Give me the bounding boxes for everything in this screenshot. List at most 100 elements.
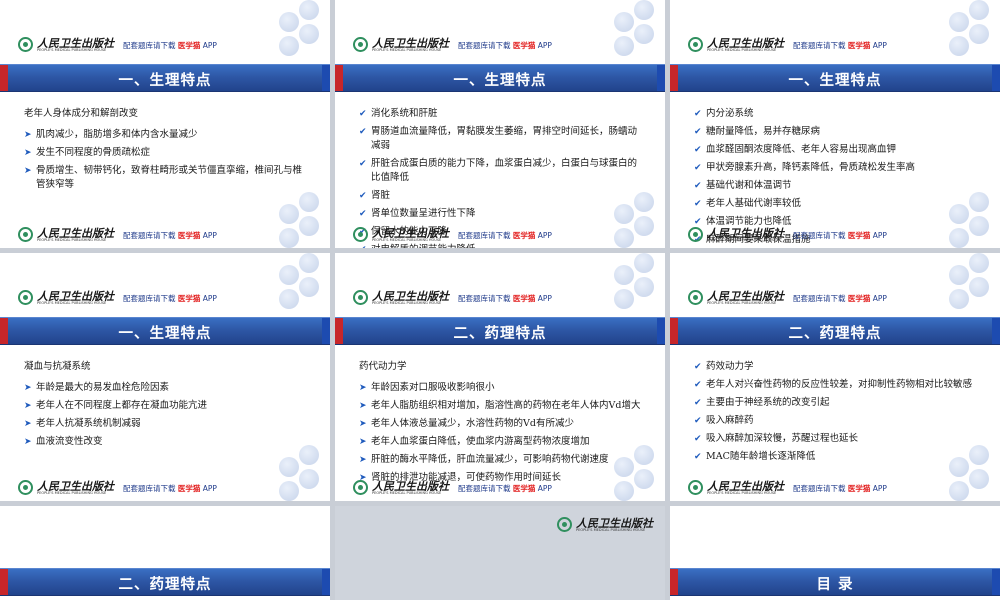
- slide-thumbnail[interactable]: 人民卫生出版社 PEOPLE'S MEDICAL PUBLISHING HOUSE…: [335, 253, 665, 501]
- download-tagline: 配套题库请下载 医学猫 APP: [123, 483, 217, 494]
- bullet-text: 肾单位数量呈进行性下降: [371, 208, 476, 219]
- checkmark-bullet-icon: ✔: [694, 380, 702, 390]
- tagline-suffix: APP: [202, 41, 217, 50]
- tagline-suffix: APP: [872, 484, 887, 493]
- hexagon-shape: [279, 289, 299, 309]
- publisher-logo: 人民卫生出版社 PEOPLE'S MEDICAL PUBLISHING HOUSE: [688, 36, 784, 54]
- bullet-item: ✔ 肝脏合成蛋白质的能力下降，血浆蛋白减少，白蛋白与球蛋白的比值降低: [359, 157, 645, 185]
- bullet-item: ➤ 年龄是最大的易发血栓危险因素: [24, 381, 310, 395]
- bullet-item: ✔ 药效动力学: [694, 360, 980, 374]
- tagline-prefix: 配套题库请下载: [793, 294, 846, 303]
- bullet-item: ✔ 血浆醛固酮浓度降低、老年人容易出现高血钾: [694, 143, 980, 157]
- publisher-name-en: PEOPLE'S MEDICAL PUBLISHING HOUSE: [372, 48, 442, 52]
- tagline-suffix: APP: [202, 294, 217, 303]
- slide-title-bar: 一、生理特点: [335, 64, 665, 92]
- bullet-text: 肝脏的酶水平降低，肝血流量减少，可影响药物代谢速度: [371, 454, 609, 465]
- slide-thumbnail[interactable]: 人民卫生出版社 PEOPLE'S MEDICAL PUBLISHING HOUSE…: [335, 0, 665, 248]
- download-tagline: 配套题库请下载 医学猫 APP: [458, 230, 552, 241]
- bullet-item: ➤ 发生不同程度的骨质疏松症: [24, 146, 310, 160]
- slide-thumbnail[interactable]: 目 录: [670, 506, 1000, 600]
- slide-thumbnail[interactable]: 人民卫生出版社 PEOPLE'S MEDICAL PUBLISHING HOUSE…: [0, 253, 330, 501]
- slide-title-bar: 二、药理特点: [335, 317, 665, 345]
- tagline-prefix: 配套题库请下载: [458, 41, 511, 50]
- hexagon-shape: [634, 277, 654, 297]
- bullet-text: 老年人在不同程度上都存在凝血功能亢进: [36, 400, 208, 411]
- bullet-text: 老年人抗凝系统机制减弱: [36, 418, 141, 429]
- hexagon-shape: [969, 253, 989, 273]
- publisher-name-en: PEOPLE'S MEDICAL PUBLISHING HOUSE: [707, 301, 777, 305]
- bullet-text: 胃肠道血流量降低，胃黏膜发生萎缩，胃排空时间延长，肠蠕动减弱: [371, 126, 638, 151]
- bullet-item: ✔ 吸入麻醉药: [694, 414, 980, 428]
- hexagon-shape: [949, 289, 969, 309]
- tagline-app-name: 医学猫: [847, 484, 871, 493]
- tagline-prefix: 配套题库请下载: [458, 484, 511, 493]
- publisher-emblem-icon: [18, 480, 33, 495]
- hexagon-shape: [949, 265, 969, 285]
- tagline-suffix: APP: [537, 41, 552, 50]
- hexagon-decoration: [945, 445, 993, 501]
- hexagon-shape: [949, 36, 969, 56]
- bullet-item: ➤ 老年人体液总量减少，水溶性药物的Vd有所减少: [359, 417, 645, 431]
- checkmark-bullet-icon: ✔: [359, 127, 367, 137]
- hexagon-shape: [949, 228, 969, 248]
- bullet-item: ✔ 肾脏: [359, 189, 645, 203]
- hexagon-shape: [279, 36, 299, 56]
- publisher-emblem-icon: [353, 227, 368, 242]
- publisher-logo: 人民卫生出版社 PEOPLE'S MEDICAL PUBLISHING HOUSE: [353, 226, 449, 244]
- tagline-app-name: 医学猫: [847, 231, 871, 240]
- hexagon-shape: [969, 469, 989, 489]
- hexagon-shape: [634, 216, 654, 236]
- slide-title-bar: 一、生理特点: [670, 64, 1000, 92]
- hexagon-shape: [634, 24, 654, 44]
- publisher-name-en: PEOPLE'S MEDICAL PUBLISHING HOUSE: [707, 48, 777, 52]
- download-tagline: 配套题库请下载 医学猫 APP: [123, 40, 217, 51]
- bullet-text: 年龄是最大的易发血栓危险因素: [36, 382, 170, 393]
- download-tagline: 配套题库请下载 医学猫 APP: [793, 230, 887, 241]
- checkmark-bullet-icon: ✔: [359, 191, 367, 201]
- slide-subheading: 药代动力学: [359, 361, 407, 372]
- tagline-app-name: 医学猫: [847, 294, 871, 303]
- slide-title: 二、药理特点: [118, 577, 212, 593]
- tagline-app-name: 医学猫: [512, 231, 536, 240]
- arrow-bullet-icon: ➤: [359, 437, 367, 447]
- arrow-bullet-icon: ➤: [359, 401, 367, 411]
- bullet-item: ✔ 基础代谢和体温调节: [694, 179, 980, 193]
- slide-thumbnail[interactable]: 二、药理特点: [0, 506, 330, 600]
- slide-thumbnail[interactable]: 人民卫生出版社 PEOPLE'S MEDICAL PUBLISHING HOUSE…: [670, 0, 1000, 248]
- arrow-bullet-icon: ➤: [24, 419, 32, 429]
- publisher-logo: 人民卫生出版社 PEOPLE'S MEDICAL PUBLISHING HOUSE: [18, 226, 114, 244]
- publisher-name-en: PEOPLE'S MEDICAL PUBLISHING HOUSE: [37, 238, 107, 242]
- checkmark-bullet-icon: ✔: [694, 127, 702, 137]
- bullet-text: 肌肉减少，脂肪增多和体内含水量减少: [36, 129, 198, 140]
- hexagon-shape: [279, 12, 299, 32]
- hexagon-shape: [969, 445, 989, 465]
- hexagon-shape: [634, 445, 654, 465]
- arrow-bullet-icon: ➤: [24, 401, 32, 411]
- slide-thumbnail[interactable]: 人民卫生出版社 PEOPLE'S MEDICAL PUBLISHING HOUSE…: [0, 0, 330, 248]
- hexagon-shape: [279, 265, 299, 285]
- publisher-name-en: PEOPLE'S MEDICAL PUBLISHING HOUSE: [37, 301, 107, 305]
- arrow-bullet-icon: ➤: [24, 130, 32, 140]
- bullet-text: 老年人脂肪组织相对增加，脂溶性高的药物在老年人体内Vd增大: [371, 400, 641, 411]
- hexagon-shape: [614, 12, 634, 32]
- tagline-suffix: APP: [202, 484, 217, 493]
- tagline-suffix: APP: [872, 294, 887, 303]
- slide-subheading: 凝血与抗凝系统: [24, 361, 91, 372]
- hexagon-shape: [299, 24, 319, 44]
- hexagon-decoration: [945, 253, 993, 309]
- bullet-text: MAC随年龄增长逐渐降低: [706, 451, 816, 462]
- bullet-text: 骨质增生、韧带钙化，致脊柱畸形或关节僵直挛缩，椎间孔与椎管狭窄等: [36, 165, 303, 190]
- publisher-emblem-icon: [18, 37, 33, 52]
- slide-thumbnail[interactable]: 人民卫生出版社 PEOPLE'S MEDICAL PUBLISHING HOUSE: [335, 506, 665, 600]
- slide-thumbnail[interactable]: 人民卫生出版社 PEOPLE'S MEDICAL PUBLISHING HOUSE…: [670, 253, 1000, 501]
- arrow-bullet-icon: ➤: [359, 455, 367, 465]
- publisher-name-en: PEOPLE'S MEDICAL PUBLISHING HOUSE: [576, 528, 646, 532]
- slide-body: 药代动力学 ➤ 年龄因素对口服吸收影响很小 ➤ 老年人脂肪组织相对增加，脂溶性高的药物在…: [359, 360, 645, 489]
- checkmark-bullet-icon: ✔: [694, 181, 702, 191]
- hexagon-shape: [279, 481, 299, 501]
- bullet-text: 糖耐量降低，易并存糖尿病: [706, 126, 821, 137]
- hexagon-shape: [634, 0, 654, 20]
- bullet-text: 血液流变性改变: [36, 436, 103, 447]
- publisher-logo: 人民卫生出版社 PEOPLE'S MEDICAL PUBLISHING HOUSE: [688, 289, 784, 307]
- download-tagline: 配套题库请下载 医学猫 APP: [458, 293, 552, 304]
